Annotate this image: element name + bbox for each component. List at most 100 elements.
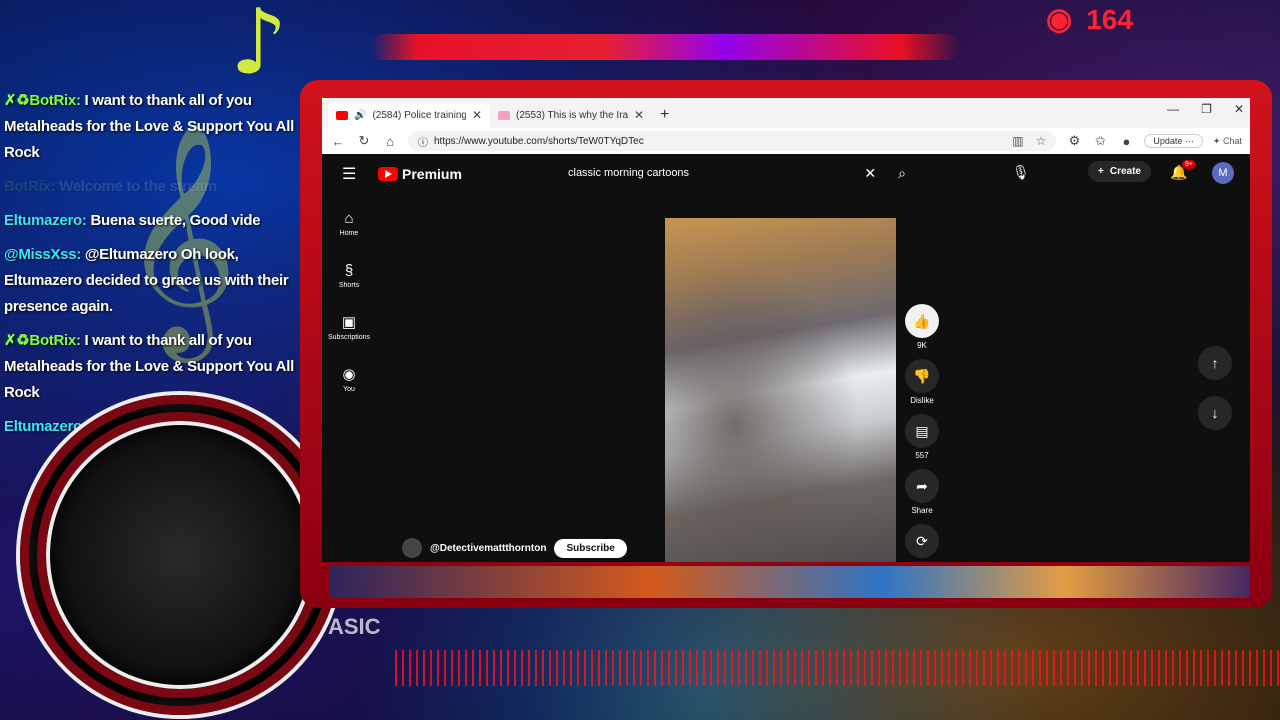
account-avatar[interactable]: M	[1212, 162, 1234, 184]
channel-handle[interactable]: @Detectivemattthornton	[430, 543, 546, 554]
close-tab-icon[interactable]: ✕	[472, 108, 482, 122]
audio-waveform-top	[370, 34, 960, 60]
search-input[interactable]: classic morning cartoons	[558, 167, 854, 179]
chat-text: Buena suerte, Good vide	[90, 212, 261, 229]
copilot-button[interactable]: ✦ Chat	[1213, 136, 1242, 147]
home-icon[interactable]: ⌂	[382, 134, 398, 149]
channel-avatar[interactable]	[402, 538, 422, 558]
youtube-sidebar: ⌂ Home § Shorts ▣ Subscriptions ◉ You	[322, 198, 376, 406]
like-button[interactable]: 👍	[905, 304, 939, 338]
shorts-icon: §	[344, 262, 354, 279]
reload-icon[interactable]: ↻	[356, 133, 372, 149]
restore-icon[interactable]: ❐	[1201, 102, 1212, 116]
youtube-play-icon	[378, 167, 398, 181]
remix-action: ⟳	[905, 524, 939, 558]
microphone-icon[interactable]: 🎙	[1012, 164, 1030, 181]
chat-message: BotRix: Welcome to the stream	[4, 174, 300, 200]
url-field[interactable]: ⓘ https://www.youtube.com/shorts/TeW0TYq…	[408, 131, 1057, 151]
youtube-page: ☰ Premium classic morning cartoons ✕ ⌕ 🎙…	[322, 154, 1250, 562]
shorts-video[interactable]	[665, 218, 896, 562]
dislike-action: 👎 Dislike	[905, 359, 939, 408]
home-icon: ⌂	[344, 210, 354, 227]
minimize-icon[interactable]: —	[1167, 102, 1179, 116]
sidebar-item-label: Home	[339, 230, 359, 237]
sidebar-item-label: Subscriptions	[327, 334, 371, 341]
tab-title: (2584) Police training #lineste	[372, 109, 466, 121]
copilot-icon: ✦	[1212, 135, 1221, 146]
url-actions: ▥ ☆	[1012, 134, 1046, 148]
graffiti-strip	[330, 566, 1250, 598]
back-icon[interactable]: ←	[330, 134, 346, 149]
thumbs-down-icon: 👎	[913, 367, 931, 384]
notification-badge: 9+	[1182, 160, 1196, 169]
share-icon: ➦	[916, 477, 928, 494]
video-frame	[665, 218, 896, 562]
viewer-count-value: 164	[1086, 3, 1133, 35]
favorites-icon[interactable]: ✩	[1092, 133, 1108, 149]
chat-username: BotRix:	[4, 178, 56, 195]
dislike-label: Dislike	[910, 396, 934, 405]
youtube-logo[interactable]: Premium	[378, 166, 462, 182]
arrow-down-icon: ↓	[1211, 405, 1219, 421]
share-label: Share	[911, 506, 933, 515]
audio-waveform-bottom	[395, 650, 1280, 686]
like-action: 👍 9K	[905, 304, 939, 353]
clear-search-icon[interactable]: ✕	[854, 165, 886, 182]
arrow-up-icon: ↑	[1211, 355, 1219, 371]
remix-icon: ⟳	[916, 532, 928, 549]
search-icon[interactable]: ⌕	[886, 165, 918, 182]
new-tab-button[interactable]: +	[652, 106, 677, 128]
dislike-button[interactable]: 👎	[905, 359, 939, 393]
share-action: ➦ Share	[905, 469, 939, 518]
hamburger-menu-icon[interactable]: ☰	[342, 164, 358, 184]
address-bar-row: ← ↻ ⌂ ⓘ https://www.youtube.com/shorts/T…	[322, 128, 1250, 155]
sidebar-item-shorts[interactable]: § Shorts	[322, 250, 376, 302]
sidebar-item-home[interactable]: ⌂ Home	[322, 198, 376, 250]
browser-window: 🔊 (2584) Police training #lineste ✕ (255…	[322, 98, 1250, 562]
background-text: ASIC	[328, 614, 381, 639]
site-info-icon[interactable]: ⓘ	[418, 134, 428, 149]
next-short-button[interactable]: ↓	[1198, 396, 1232, 430]
close-window-icon[interactable]: ✕	[1234, 102, 1244, 116]
chat-message: ✗♻BotRix: I want to thank all of you Met…	[4, 328, 300, 406]
thumbs-up-icon: 👍	[913, 312, 931, 329]
create-button[interactable]: + Create	[1088, 161, 1151, 182]
profile-icon[interactable]: ●	[1118, 134, 1134, 149]
speaker-icon: 🔊	[354, 109, 367, 121]
browser-tab-1[interactable]: 🔊 (2584) Police training #lineste ✕	[328, 102, 490, 128]
tab-bar: 🔊 (2584) Police training #lineste ✕ (255…	[322, 98, 1250, 128]
shorts-actions: 👍 9K 👎 Dislike ▤ 557 ➦ Share ⟳	[904, 304, 940, 558]
sidebar-item-subscriptions[interactable]: ▣ Subscriptions	[322, 302, 376, 354]
close-tab-icon[interactable]: ✕	[634, 108, 644, 122]
chat-message: @MissXss: @Eltumazero Oh look, Eltumazer…	[4, 242, 300, 320]
tab-title: (2553) This is why the Iranians are	[516, 109, 628, 121]
favorite-star-icon[interactable]: ☆	[1036, 134, 1047, 148]
logo-text: Premium	[402, 166, 462, 182]
previous-short-button[interactable]: ↑	[1198, 346, 1232, 380]
reader-icon[interactable]: ▥	[1012, 134, 1023, 148]
url-text: https://www.youtube.com/shorts/TeW0TYqDT…	[434, 135, 644, 147]
chat-username: Eltumazero:	[4, 212, 87, 229]
sidebar-item-label: You	[343, 386, 355, 393]
youtube-favicon-icon	[498, 110, 510, 120]
chat-message: Eltumazero: Buena suerte, Good vide	[4, 208, 300, 234]
update-button[interactable]: Update ···	[1144, 134, 1203, 148]
subscribe-button[interactable]: Subscribe	[554, 538, 627, 558]
sidebar-item-label: Shorts	[338, 282, 360, 289]
comment-count: 557	[915, 451, 929, 460]
user-icon: ◉	[342, 366, 356, 383]
eye-icon: ◉	[1046, 3, 1073, 36]
window-controls: — ❐ ✕	[1167, 102, 1244, 116]
chat-username: @MissXss:	[4, 246, 81, 263]
sidebar-item-you[interactable]: ◉ You	[322, 354, 376, 406]
viewer-count: ◉ 164	[1046, 2, 1133, 37]
browser-tab-2[interactable]: (2553) This is why the Iranians are ✕	[490, 102, 652, 128]
chat-username: Eltumazero:	[4, 418, 87, 435]
extensions-icon[interactable]: ⚙	[1066, 133, 1082, 149]
youtube-favicon-icon	[336, 110, 348, 120]
chat-username: ✗♻BotRix:	[4, 92, 81, 109]
share-button[interactable]: ➦	[905, 469, 939, 503]
remix-button[interactable]: ⟳	[905, 524, 939, 558]
comments-button[interactable]: ▤	[905, 414, 939, 448]
subscriptions-icon: ▣	[341, 314, 357, 331]
